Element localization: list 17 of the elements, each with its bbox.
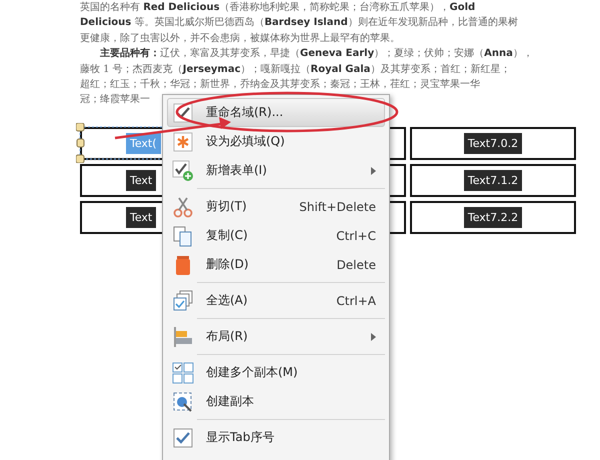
paragraph-line: 主要品种有：辽伏，寒富及其芽变系，早捷（Geneva Early）；夏绿；伏帅；安娜（Anna）， xyxy=(99,46,533,62)
paragraph-line: 英国的名种有 Red Delicious（香港称地利蛇果，简称蛇果；台湾称五爪苹果），Gold xyxy=(80,0,476,15)
shortcut-text: Ctrl+C xyxy=(336,228,376,242)
shortcut-text: Shift+Delete xyxy=(299,200,376,214)
field-label: Text7.2.2 xyxy=(464,207,522,228)
paragraph-line: Delicious 等。英国北威尔斯巴德西岛（Bardsey Island）则在近年发现新品种，比普通的果树 xyxy=(80,16,518,30)
paragraph-line: 更健康，除了虫害以外，并不会患病，被媒体称为世界上最罕有的苹果。 xyxy=(80,32,400,46)
shortcut-text: Ctrl+A xyxy=(336,294,376,308)
paragraph-line: 冠；绛霞苹果一 xyxy=(80,92,150,108)
shortcut-text: Delete xyxy=(336,258,376,272)
field-label: Text xyxy=(126,207,156,228)
field-label: Text7.1.2 xyxy=(464,170,522,191)
field-label: Text7.0.2 xyxy=(464,133,522,154)
field-label: Text xyxy=(126,170,156,191)
paragraph-line: 藤牧 1 号；杰西麦克（Jerseymac）；嘎新嘎拉（Royal Gala）及其芽变系；首红；新红星； xyxy=(80,62,510,77)
field-label: Text( xyxy=(126,133,161,154)
paragraph-line: 超红；红玉；千秋；华冠；新世界，乔纳金及其芽变系；秦冠；王林，荏红；灵宝苹果一华 xyxy=(80,78,480,92)
